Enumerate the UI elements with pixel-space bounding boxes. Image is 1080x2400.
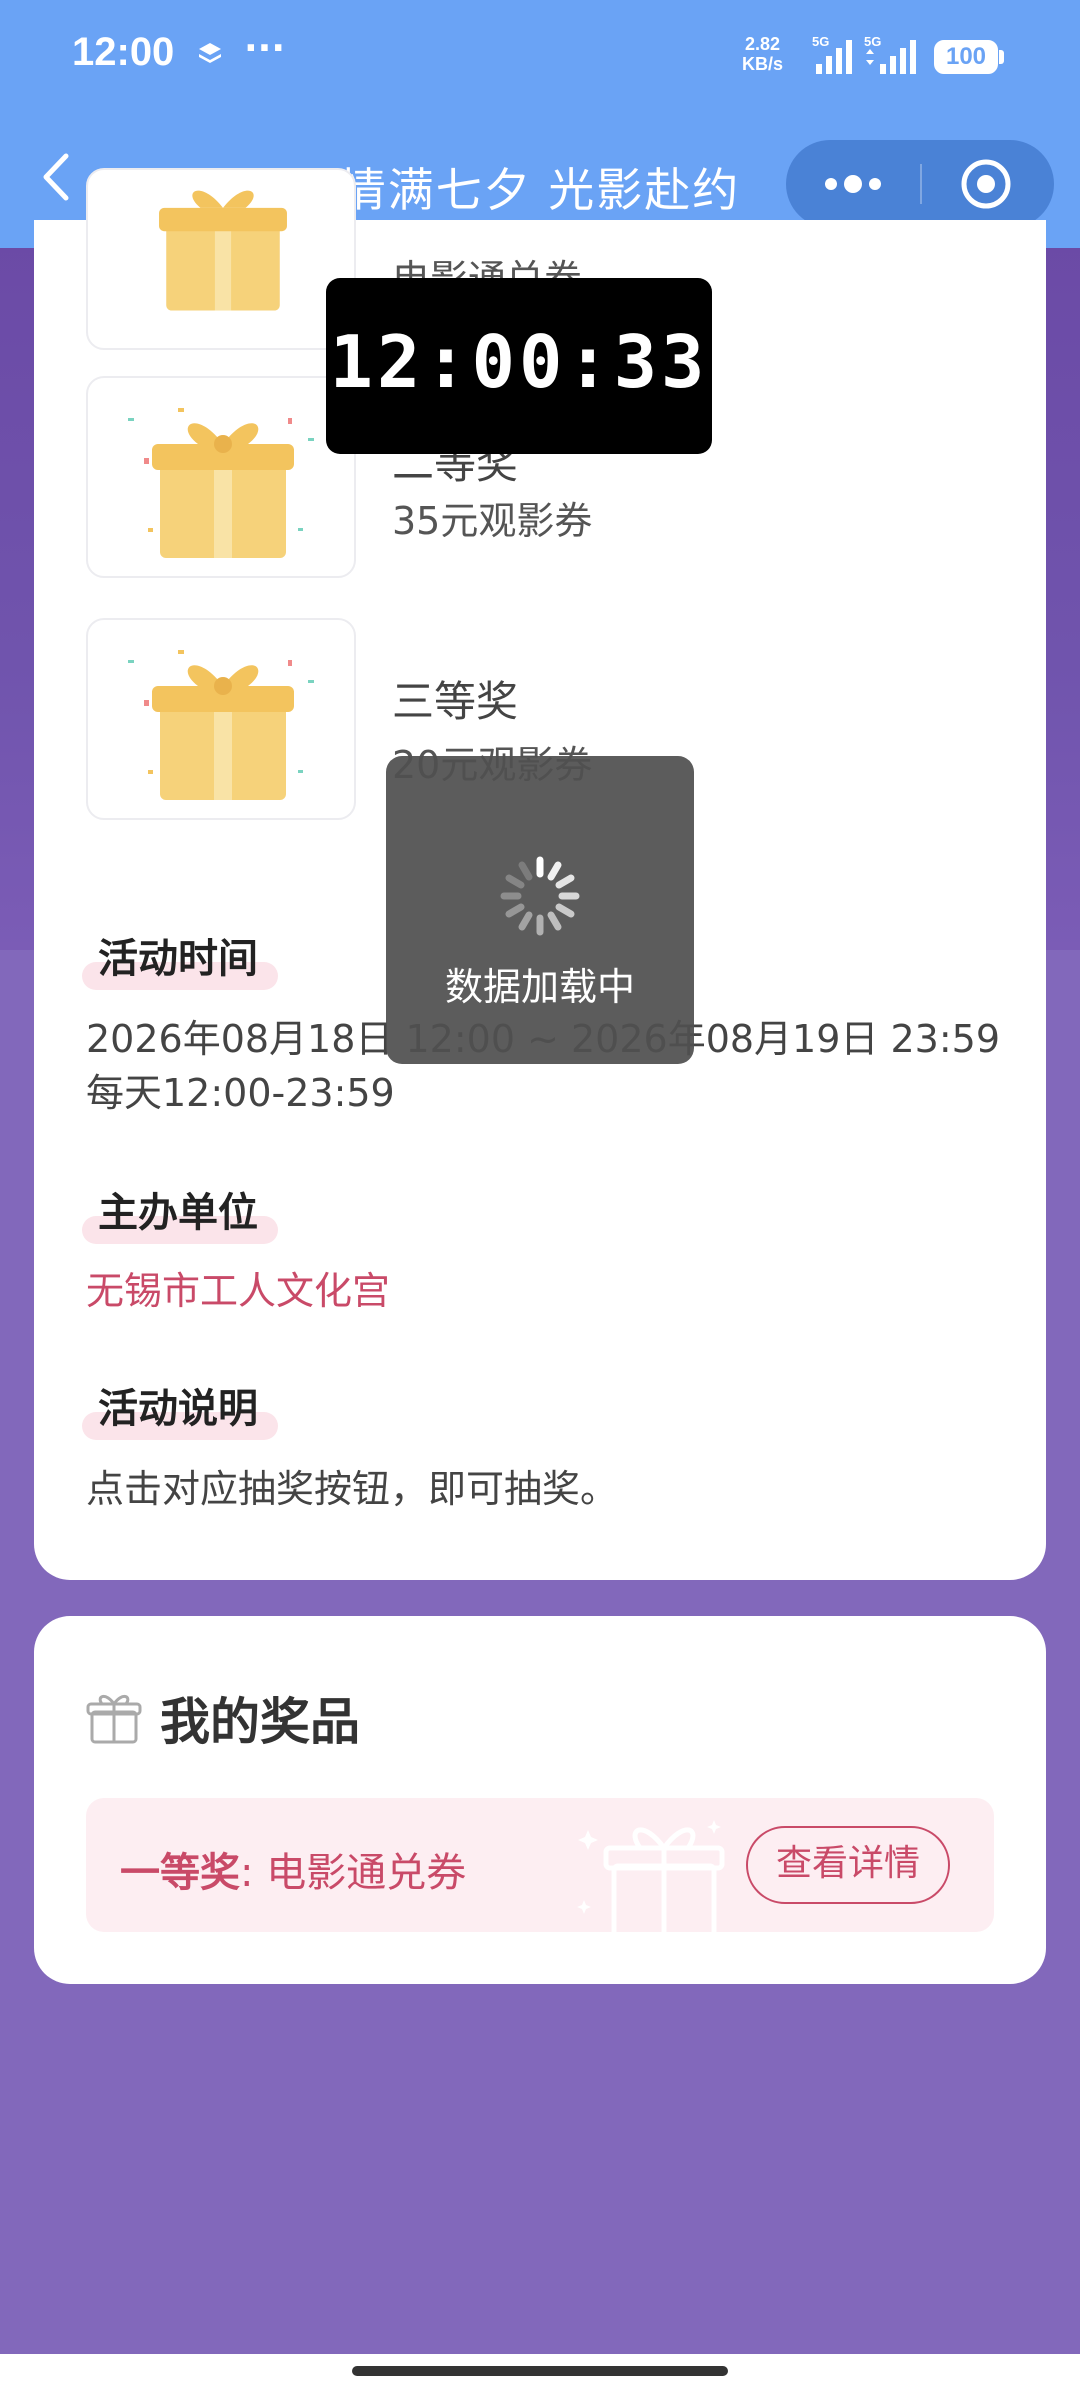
network-speed-unit: KB/s xyxy=(742,54,784,74)
close-target-icon[interactable] xyxy=(922,140,1054,228)
won-prize-label: 一等奖: 电影通兑券 xyxy=(120,1840,466,1898)
clock-overlay: 12:00:33 xyxy=(326,278,712,454)
prize-image-3 xyxy=(86,618,356,820)
status-bar: 12:00 ··· 2.82 KB/s 5G 5G 100 xyxy=(0,0,1080,118)
organizer-name: 无锡市工人文化宫 xyxy=(86,1269,391,1313)
battery-tip xyxy=(999,50,1004,64)
section-title-organizer: 主办单位 xyxy=(98,1190,258,1236)
loading-text: 数据加载中 xyxy=(444,965,635,1009)
prize-image-1 xyxy=(86,168,356,350)
activity-time-daily: 每天12:00-23:59 xyxy=(86,1071,395,1115)
won-prize-item[interactable]: 一等奖: 电影通兑券 查看详情 xyxy=(86,1798,994,1932)
gift-icon xyxy=(86,1695,142,1744)
section-title-description: 活动说明 xyxy=(98,1386,258,1432)
won-prize-colon: : xyxy=(240,1850,254,1896)
svg-text:5G: 5G xyxy=(864,34,881,49)
gift-box-icon xyxy=(159,190,287,311)
gift-watermark-icon xyxy=(577,1820,725,1932)
layers-icon xyxy=(199,43,221,63)
prize-desc-2: 35元观影券 xyxy=(392,499,593,543)
gift-box-icon xyxy=(128,408,314,558)
activity-description: 点击对应抽奖按钮，即可抽奖。 xyxy=(86,1467,619,1511)
more-notifications-icon: ··· xyxy=(244,28,286,69)
svg-text:5G: 5G xyxy=(812,34,829,49)
my-prizes-card: 我的奖品 一等奖: 电影通兑券 查看详情 xyxy=(34,1616,1046,1984)
navigation-bar xyxy=(0,2354,1080,2400)
gift-box-icon xyxy=(128,650,314,800)
prize-image-2 xyxy=(86,376,356,578)
signal-5g-icon: 5G xyxy=(812,34,852,74)
view-details-button[interactable]: 查看详情 xyxy=(746,1826,950,1904)
loading-toast: 数据加载中 xyxy=(386,756,694,1064)
more-icon[interactable] xyxy=(786,140,920,228)
clock-digits: 12:00:33 xyxy=(329,320,709,404)
network-speed: 2.82 KB/s xyxy=(742,34,783,74)
home-indicator[interactable] xyxy=(352,2366,728,2376)
status-time: 12:00 xyxy=(72,30,175,74)
loading-spinner-icon xyxy=(500,856,580,936)
my-prizes-title: 我的奖品 xyxy=(160,1693,360,1751)
signal-5g-icon-2: 5G xyxy=(864,34,916,74)
prize-name-3: 三等奖 xyxy=(392,677,519,726)
network-speed-value: 2.82 xyxy=(744,34,781,54)
section-title-time: 活动时间 xyxy=(98,936,258,982)
battery-icon: 100 xyxy=(934,40,998,74)
won-prize-name: 电影通兑券 xyxy=(266,1850,467,1896)
won-prize-level: 一等奖 xyxy=(120,1850,240,1896)
mini-program-capsule xyxy=(786,140,1054,228)
